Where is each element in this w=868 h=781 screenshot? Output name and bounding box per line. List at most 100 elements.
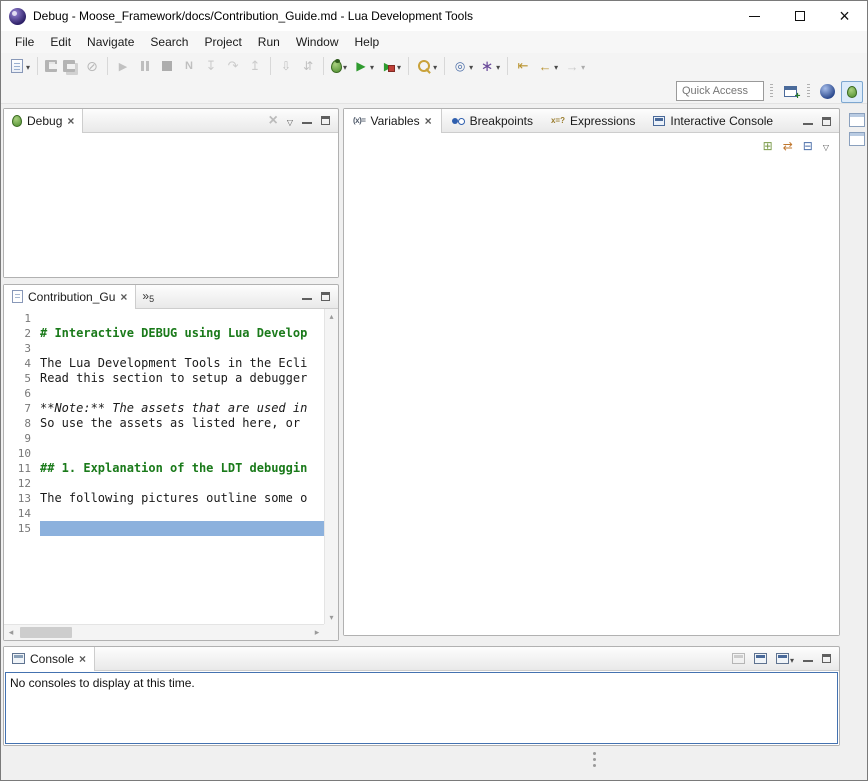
new-element-button[interactable] <box>476 55 503 77</box>
remove-terminated-launches-button[interactable] <box>269 113 278 129</box>
tab-console[interactable]: Console <box>4 647 95 671</box>
tab-variables[interactable]: Variables <box>344 109 442 133</box>
tab-contribution-guide[interactable]: Contribution_Gu <box>4 285 136 309</box>
maximize-view-icon[interactable] <box>822 117 831 126</box>
dropdown-arrow-icon[interactable] <box>468 59 473 73</box>
run-external-tools-button[interactable] <box>377 55 404 77</box>
open-console-icon[interactable] <box>754 653 767 664</box>
menu-navigate[interactable]: Navigate <box>79 32 142 52</box>
code-line[interactable]: 14 <box>4 506 324 521</box>
dropdown-arrow-icon[interactable] <box>342 59 347 73</box>
search-button[interactable] <box>413 55 440 77</box>
back-button[interactable] <box>534 55 561 77</box>
use-step-filters-button[interactable] <box>297 55 319 77</box>
save-all-button[interactable] <box>60 55 81 77</box>
show-logical-structures-icon[interactable] <box>783 139 793 153</box>
minimized-view-icon[interactable] <box>849 132 865 146</box>
dropdown-arrow-icon[interactable] <box>25 59 30 73</box>
minimize-view-icon[interactable] <box>302 116 312 125</box>
run-button[interactable] <box>350 55 377 77</box>
step-into-button[interactable] <box>200 55 222 77</box>
menu-search[interactable]: Search <box>142 32 196 52</box>
close-tab-icon[interactable] <box>67 114 74 128</box>
skip-all-breakpoints-button[interactable] <box>81 55 103 77</box>
debug-button[interactable] <box>328 55 350 77</box>
tab-breakpoints[interactable]: Breakpoints <box>442 109 542 133</box>
minimize-button[interactable] <box>732 1 777 31</box>
editor-overflow-chevron[interactable]: 5 <box>136 287 160 306</box>
dropdown-arrow-icon[interactable] <box>553 59 558 73</box>
maximize-button[interactable] <box>777 1 822 31</box>
drop-to-frame-button[interactable] <box>275 55 297 77</box>
code-line[interactable]: 15 <box>4 521 324 536</box>
code-line[interactable]: 7**Note:** The assets that are used in <box>4 401 324 416</box>
close-tab-icon[interactable] <box>120 290 127 304</box>
minimize-view-icon[interactable] <box>803 654 813 663</box>
menu-project[interactable]: Project <box>196 32 249 52</box>
open-console-menu[interactable] <box>776 652 794 666</box>
view-menu-icon[interactable] <box>287 114 293 128</box>
suspend-button[interactable] <box>134 55 156 77</box>
menu-window[interactable]: Window <box>288 32 347 52</box>
minimize-view-icon[interactable] <box>302 292 312 301</box>
step-over-button[interactable] <box>222 55 244 77</box>
menu-file[interactable]: File <box>7 32 42 52</box>
maximize-view-icon[interactable] <box>321 116 330 125</box>
code-line[interactable]: 1 <box>4 311 324 326</box>
code-line[interactable]: 5Read this section to setup a debugger <box>4 371 324 386</box>
tab-debug[interactable]: Debug <box>4 109 83 133</box>
close-tab-icon[interactable] <box>79 652 86 666</box>
code-line[interactable]: 4The Lua Development Tools in the Ecli <box>4 356 324 371</box>
close-tab-icon[interactable] <box>425 114 432 128</box>
code-line[interactable]: 3 <box>4 341 324 356</box>
tab-interactive-console[interactable]: Interactive Console <box>644 109 782 133</box>
debug-perspective-button[interactable] <box>841 81 863 103</box>
tab-expressions[interactable]: Expressions <box>542 109 644 133</box>
code-line[interactable]: 8So use the assets as listed here, or <box>4 416 324 431</box>
new-button[interactable] <box>6 55 33 77</box>
open-element-button[interactable] <box>449 55 476 77</box>
vertical-scrollbar[interactable] <box>324 309 338 624</box>
display-selected-console-icon[interactable] <box>732 653 745 664</box>
collapse-all-icon[interactable] <box>803 139 813 153</box>
open-perspective-button[interactable] <box>779 81 801 103</box>
code-line[interactable]: 13The following pictures outline some o <box>4 491 324 506</box>
scrollbar-thumb[interactable] <box>20 627 72 638</box>
forward-button[interactable] <box>561 55 588 77</box>
dropdown-arrow-icon[interactable] <box>369 59 374 73</box>
save-button[interactable] <box>42 55 60 77</box>
sash-grip-handle[interactable] <box>593 752 596 768</box>
code-line[interactable]: 12 <box>4 476 324 491</box>
dropdown-arrow-icon[interactable] <box>495 59 500 73</box>
disconnect-button[interactable] <box>178 55 200 77</box>
dropdown-arrow-icon[interactable] <box>396 59 401 73</box>
maximize-view-icon[interactable] <box>321 292 330 301</box>
dropdown-arrow-icon[interactable] <box>432 59 437 73</box>
minimize-view-icon[interactable] <box>803 117 813 126</box>
code-line[interactable]: 6 <box>4 386 324 401</box>
close-button[interactable] <box>822 1 867 31</box>
code-line[interactable]: 9 <box>4 431 324 446</box>
ldt-perspective-button[interactable] <box>816 81 838 103</box>
restore-view-icon[interactable] <box>849 113 865 127</box>
code-line[interactable]: 11## 1. Explanation of the LDT debuggin <box>4 461 324 476</box>
horizontal-scrollbar[interactable] <box>4 624 324 640</box>
code-line[interactable]: 10 <box>4 446 324 461</box>
toolbar-grip[interactable] <box>807 84 810 99</box>
scroll-left-icon[interactable] <box>4 625 18 640</box>
terminate-button[interactable] <box>156 55 178 77</box>
step-return-button[interactable] <box>244 55 266 77</box>
dropdown-arrow-icon[interactable] <box>580 59 585 73</box>
code-line[interactable]: 2# Interactive DEBUG using Lua Develop <box>4 326 324 341</box>
editor-body[interactable]: 12# Interactive DEBUG using Lua Develop3… <box>4 309 338 640</box>
toolbar-grip[interactable] <box>770 84 773 99</box>
resume-button[interactable] <box>112 55 134 77</box>
scroll-up-icon[interactable] <box>325 309 338 323</box>
show-type-names-icon[interactable] <box>763 139 773 153</box>
menu-help[interactable]: Help <box>347 32 388 52</box>
maximize-view-icon[interactable] <box>822 654 831 663</box>
view-menu-icon[interactable] <box>823 139 829 153</box>
last-edit-location-button[interactable] <box>512 55 534 77</box>
console-message-area[interactable]: No consoles to display at this time. <box>5 672 838 744</box>
quick-access-box[interactable]: Quick Access <box>676 81 764 101</box>
